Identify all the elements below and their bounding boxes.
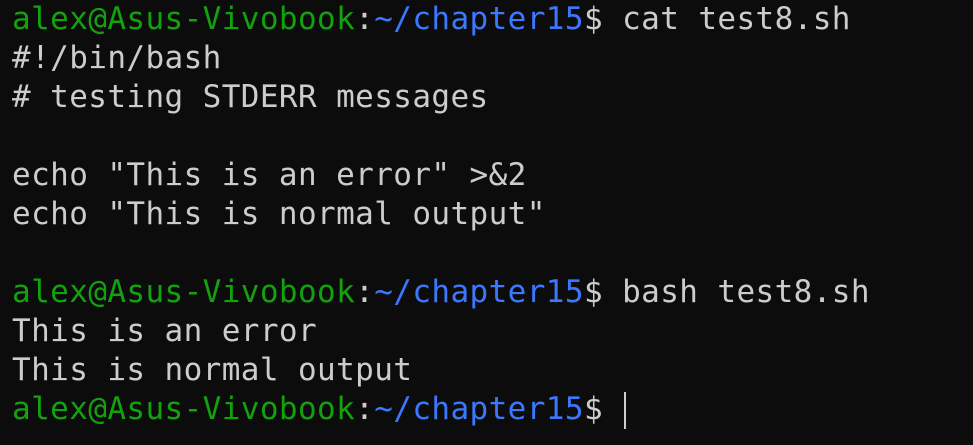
prompt-colon: :	[355, 274, 375, 310]
output-line: #!/bin/bash	[12, 40, 222, 76]
output-line: # testing STDERR messages	[12, 79, 489, 115]
output-line: This is an error	[12, 313, 318, 349]
text-cursor	[624, 392, 627, 429]
prompt-line-active[interactable]: alex@Asus-Vivobook:~/chapter15$	[12, 390, 973, 429]
command-text: cat test8.sh	[622, 1, 851, 37]
terminal-window[interactable]: alex@Asus-Vivobook:~/chapter15$ cat test…	[0, 0, 973, 445]
command-text: bash test8.sh	[622, 274, 870, 310]
prompt-symbol: $	[583, 1, 623, 37]
prompt-colon: :	[355, 1, 375, 37]
prompt-line: alex@Asus-Vivobook:~/chapter15$ bash tes…	[12, 273, 973, 312]
prompt-user-host: alex@Asus-Vivobook	[12, 391, 356, 427]
prompt-symbol: $	[583, 391, 623, 427]
prompt-path: ~/chapter15	[374, 1, 584, 37]
prompt-colon: :	[355, 391, 375, 427]
prompt-symbol: $	[583, 274, 623, 310]
prompt-user-host: alex@Asus-Vivobook	[12, 1, 356, 37]
prompt-user-host: alex@Asus-Vivobook	[12, 274, 356, 310]
output-line: echo "This is an error" >&2	[12, 157, 527, 193]
output-line: echo "This is normal output"	[12, 196, 546, 232]
prompt-line: alex@Asus-Vivobook:~/chapter15$ cat test…	[12, 0, 973, 39]
prompt-path: ~/chapter15	[374, 274, 584, 310]
prompt-path: ~/chapter15	[374, 391, 584, 427]
output-line: This is normal output	[12, 352, 413, 388]
